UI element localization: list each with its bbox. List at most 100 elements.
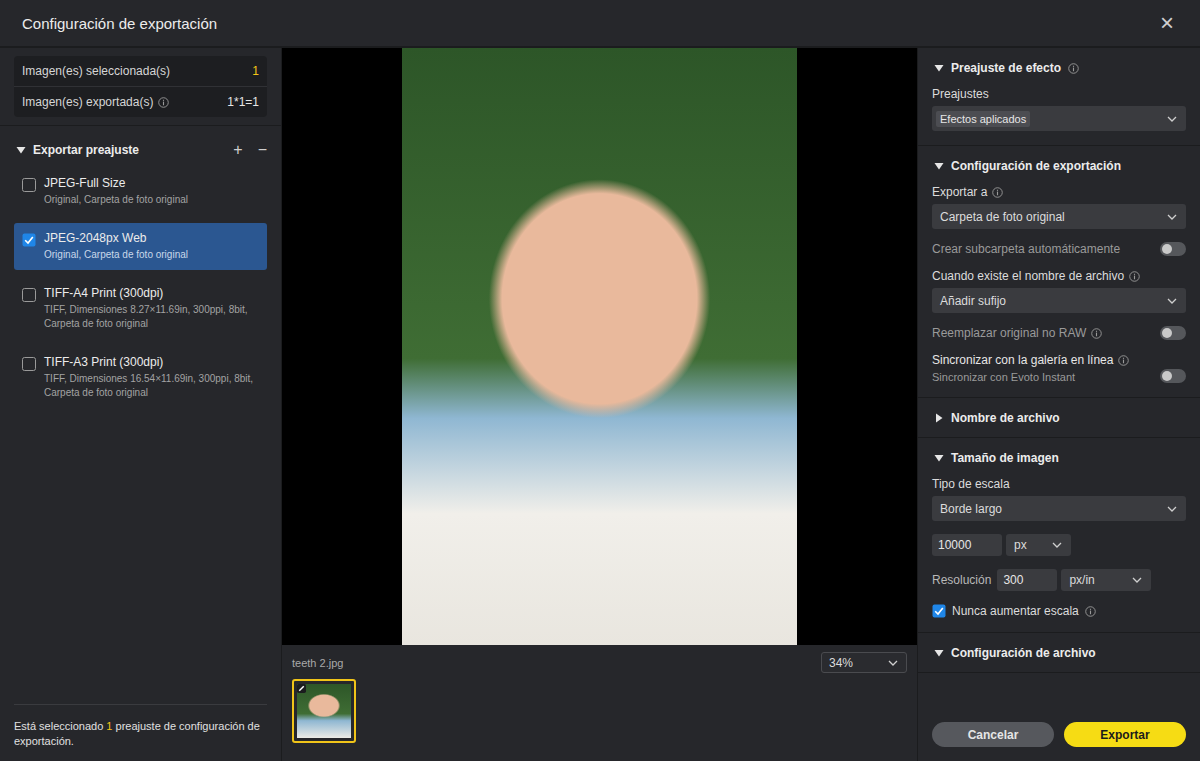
divider [0,125,281,126]
preview-panel: teeth 2.jpg 34% [282,48,917,761]
chip: Efectos aplicados [936,111,1030,127]
summary-label: Imagen(es) exportada(s) [22,95,169,109]
chevron-down-icon [887,657,899,669]
section-header[interactable]: Preajuste de efecto [918,48,1200,87]
photo [402,48,797,645]
edited-pen-icon [297,684,306,693]
summary-value: 1 [252,64,259,78]
section-header[interactable]: Nombre de archivo [918,398,1200,437]
status-count: 1 [106,720,112,732]
select-field: Exportar a Carpeta de foto original [932,185,1186,229]
field-label: Preajustes [932,87,1186,101]
presets-header: Exportar preajuste + − [0,126,281,168]
preset-name: TIFF-A3 Print (300dpi) [44,355,259,369]
chevron-down-icon [1131,574,1143,586]
expanded-triangle-icon[interactable] [934,161,944,171]
chevron-down-icon [1166,211,1178,223]
settings-section: Configuración de archivo [918,633,1200,673]
checkbox[interactable] [22,233,36,247]
checkbox[interactable] [22,357,36,371]
checkbox[interactable] [932,604,946,618]
field-label: Resolución [932,573,991,587]
toggle-switch[interactable] [1160,326,1186,340]
expanded-triangle-icon[interactable] [16,145,26,155]
toggle-row: Reemplazar original no RAW [932,326,1186,340]
resolution-input[interactable]: 300 [997,569,1057,591]
preview-stage [282,48,917,645]
preset-item[interactable]: JPEG-2048px Web Original, Carpeta de fot… [14,223,267,270]
preset-detail: TIFF, Dimensiones 8.27×11.69in, 300ppi, … [44,303,259,331]
settings-section: Configuración de exportación Exportar a … [918,146,1200,398]
settings-section: Preajuste de efecto Preajustes Efectos a… [918,48,1200,146]
file-name: teeth 2.jpg [292,657,343,669]
thumbnail[interactable] [292,679,356,743]
remove-preset-button[interactable]: − [254,142,271,158]
section-header[interactable]: Configuración de archivo [918,633,1200,672]
effect-preset-select[interactable]: Efectos aplicados [932,106,1186,131]
dropdown[interactable]: Carpeta de foto original [932,204,1186,229]
info-icon[interactable] [992,187,1003,198]
summary-row: Imagen(es) exportada(s) 1*1=1 [14,86,267,117]
section-header[interactable]: Configuración de exportación [918,146,1200,185]
toggle-label: Crear subcarpeta automáticamente [932,242,1120,256]
expanded-triangle-icon[interactable] [934,453,944,463]
section-header[interactable]: Tamaño de imagen [918,438,1200,477]
expanded-triangle-icon[interactable] [934,648,944,658]
section-title: Nombre de archivo [951,411,1060,425]
zoom-select[interactable]: 34% [821,652,907,673]
filmstrip: teeth 2.jpg 34% [282,645,917,761]
resolution-row: Resolución 300 px/in [932,569,1186,591]
preset-item[interactable]: JPEG-Full Size Original, Carpeta de foto… [14,168,267,215]
info-icon[interactable] [1085,606,1096,617]
chevron-down-icon [1166,503,1178,515]
resolution-unit-select[interactable]: px/in [1061,569,1151,591]
toggle-switch[interactable] [1160,369,1186,383]
close-button[interactable]: × [1156,11,1178,35]
checkbox-label: Nunca aumentar escala [952,604,1079,618]
button-bar: Cancelar Exportar [918,712,1200,761]
info-icon[interactable] [1129,271,1140,282]
section-title: Tamaño de imagen [951,451,1059,465]
chevron-down-icon [1166,113,1178,125]
summary-box: Imagen(es) seleccionada(s) 1Imagen(es) e… [14,56,267,117]
summary-label: Imagen(es) seleccionada(s) [22,64,170,78]
preset-detail: Original, Carpeta de foto original [44,248,188,262]
dialog-title: Configuración de exportación [22,15,217,32]
field-label: Cuando existe el nombre de archivo [932,269,1186,283]
field-label: Exportar a [932,185,1186,199]
toggle-label: Reemplazar original no RAW [932,326,1102,340]
summary-value: 1*1=1 [227,95,259,109]
dropdown[interactable]: Añadir sufijo [932,288,1186,313]
preset-detail: TIFF, Dimensiones 16.54×11.69in, 300ppi,… [44,372,259,400]
section-title: Configuración de exportación [951,159,1121,173]
checkbox[interactable] [22,288,36,302]
preset-item[interactable]: TIFF-A4 Print (300dpi) TIFF, Dimensiones… [14,278,267,339]
checkbox[interactable] [22,178,36,192]
preset-item[interactable]: TIFF-A3 Print (300dpi) TIFF, Dimensiones… [14,347,267,408]
dropdown[interactable]: Borde largo [932,496,1186,521]
expanded-triangle-icon[interactable] [934,63,944,73]
info-icon[interactable] [158,97,169,108]
size-input[interactable]: 10000 [932,534,1002,556]
info-icon[interactable] [1118,355,1129,366]
settings-section: Tamaño de imagen Tipo de escala Borde la… [918,438,1200,633]
export-button[interactable]: Exportar [1064,722,1186,747]
section-title: Preajuste de efecto [951,61,1061,75]
toggle-switch[interactable] [1160,242,1186,256]
settings-panel: Preajuste de efecto Preajustes Efectos a… [917,48,1200,761]
info-icon[interactable] [1068,63,1079,74]
section-title: Configuración de archivo [951,646,1096,660]
info-icon[interactable] [1091,328,1102,339]
add-preset-button[interactable]: + [229,142,246,158]
toggle-row: Sincronizar con la galería en línea Sinc… [932,353,1186,383]
unit-select[interactable]: px [1006,534,1071,556]
preset-name: JPEG-2048px Web [44,231,188,245]
cancel-button[interactable]: Cancelar [932,722,1054,747]
settings-section: Nombre de archivo [918,398,1200,438]
checkbox-row: Nunca aumentar escala [932,604,1186,618]
collapsed-triangle-icon[interactable] [934,413,944,423]
left-panel: Imagen(es) seleccionada(s) 1Imagen(es) e… [0,48,282,761]
size-row: 10000 px [932,534,1186,556]
summary-row: Imagen(es) seleccionada(s) 1 [14,56,267,86]
preset-name: TIFF-A4 Print (300dpi) [44,286,259,300]
